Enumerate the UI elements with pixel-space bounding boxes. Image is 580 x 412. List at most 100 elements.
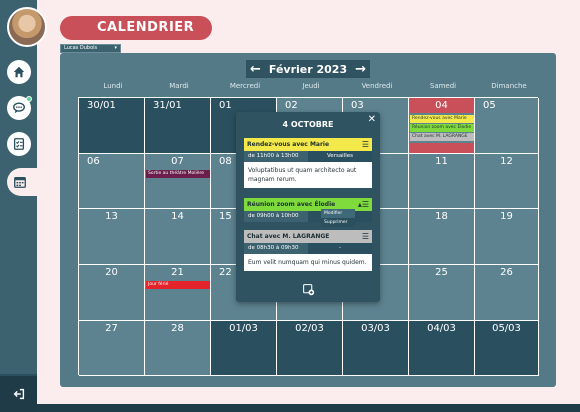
day-number: 05 <box>483 100 496 111</box>
weekday-label: Jeudi <box>302 82 320 90</box>
event-card: Rendez-vous avec Marie ☰ de 11h00 à 13h0… <box>244 138 372 188</box>
day-cell[interactable]: 18 <box>409 209 475 265</box>
event-time: de 11h00 à 13h00 <box>248 153 299 159</box>
add-event-icon[interactable] <box>236 282 380 296</box>
page-title: CALENDRIER <box>60 16 212 40</box>
day-number: 01 <box>219 100 232 111</box>
bottom-bar <box>37 404 580 412</box>
user-select[interactable]: Lucas Dubois ▾ <box>60 44 121 53</box>
day-number: 02/03 <box>295 323 324 334</box>
event-chip[interactable]: Jour férié <box>146 281 210 289</box>
day-cell[interactable]: 03/03 <box>343 321 409 376</box>
day-number: 30/01 <box>87 100 116 111</box>
event-title: Chat avec M. LAGRANGE <box>247 233 330 240</box>
day-number: 12 <box>500 156 513 167</box>
day-number: 26 <box>500 267 513 278</box>
day-cell[interactable]: 02/03 <box>277 321 343 376</box>
day-number: 15 <box>219 211 232 222</box>
day-cell[interactable]: 19 <box>475 209 539 265</box>
day-number: 18 <box>435 211 448 222</box>
event-place: Versailles <box>308 151 372 162</box>
hamburger-menu-icon[interactable]: ☰ <box>362 140 369 149</box>
day-number: 19 <box>500 211 513 222</box>
day-number: 14 <box>171 211 184 222</box>
event-card: Chat avec M. LAGRANGE ☰ de 08h30 à 09h30… <box>244 230 372 271</box>
day-cell[interactable]: 14 <box>145 209 211 265</box>
event-context-menu: Modifier Supprimer <box>321 209 355 227</box>
chevron-down-icon: ▾ <box>114 45 117 51</box>
weekday-label: Mercredi <box>229 82 261 90</box>
day-cell[interactable]: 11 <box>409 154 475 209</box>
day-cell[interactable]: 06 <box>79 154 145 209</box>
weekday-label: Lundi <box>103 82 123 90</box>
day-number: 28 <box>171 323 184 334</box>
day-number: 07 <box>171 156 184 167</box>
event-title: Rendez-vous avec Marie <box>247 141 330 148</box>
day-number: 21 <box>171 267 184 278</box>
day-cell[interactable]: 21 Jour férié <box>145 265 211 321</box>
day-number: 27 <box>105 323 118 334</box>
event-description: Voluptatibus ut quam architecto aut magn… <box>244 162 372 188</box>
day-cell[interactable]: 28 <box>145 321 211 376</box>
day-number: 04/03 <box>427 323 456 334</box>
day-number: 03 <box>351 100 364 111</box>
day-cell[interactable]: 05 <box>475 98 539 154</box>
event-chip[interactable]: Rendez-vous avec Marie <box>410 115 474 123</box>
event-title: Réunion zoom avec Élodie <box>247 201 336 208</box>
logout-icon[interactable] <box>0 376 37 412</box>
close-icon[interactable]: ✕ <box>368 114 376 125</box>
event-time: de 08h30 à 09h30 <box>248 245 299 251</box>
hamburger-menu-icon[interactable]: ☰ <box>362 232 369 241</box>
popup-title: 4 OCTOBRE <box>282 120 334 129</box>
event-header: Chat avec M. LAGRANGE ☰ <box>244 230 372 243</box>
day-number: 20 <box>105 267 118 278</box>
event-meta: de 11h00 à 13h00 Versailles <box>244 151 372 162</box>
hamburger-menu-icon[interactable]: ▴☰ <box>358 200 369 209</box>
day-cell[interactable]: 12 <box>475 154 539 209</box>
day-events-popup: 4 OCTOBRE ✕ Rendez-vous avec Marie ☰ de … <box>236 112 380 302</box>
next-month-button[interactable]: → <box>355 62 366 77</box>
month-label: Février 2023 <box>268 62 348 76</box>
weekday-label: Mardi <box>169 82 189 90</box>
prev-month-button[interactable]: ← <box>250 62 261 77</box>
edit-menu-item[interactable]: Modifier <box>321 209 355 218</box>
day-cell[interactable]: 27 <box>79 321 145 376</box>
checklist-icon[interactable] <box>7 132 31 156</box>
day-cell[interactable]: 26 <box>475 265 539 321</box>
day-number: 08 <box>219 156 232 167</box>
month-navigator: ← Février 2023 → <box>246 60 370 78</box>
event-place: - <box>308 243 372 254</box>
event-chip[interactable]: Sortie au théâtre Molière <box>146 170 210 178</box>
home-icon[interactable] <box>7 60 31 84</box>
day-number: 02 <box>285 100 298 111</box>
day-cell[interactable]: 05/03 <box>475 321 539 376</box>
day-number: 05/03 <box>492 323 521 334</box>
weekday-label: Samedi <box>429 82 457 90</box>
delete-menu-item[interactable]: Supprimer <box>321 218 355 227</box>
day-cell[interactable]: 25 <box>409 265 475 321</box>
day-cell[interactable]: 31/01 <box>145 98 211 154</box>
day-cell[interactable]: 07 Sortie au théâtre Molière <box>145 154 211 209</box>
day-number: 11 <box>435 156 448 167</box>
weekday-label: Dimanche <box>491 82 527 90</box>
day-cell[interactable]: 04/03 <box>409 321 475 376</box>
day-cell[interactable]: 13 <box>79 209 145 265</box>
avatar[interactable] <box>7 7 47 47</box>
day-cell-selected[interactable]: 04 Rendez-vous avec Marie Réunion zoom a… <box>409 98 475 154</box>
event-chip[interactable]: Réunion zoom avec Élodie <box>410 124 474 132</box>
event-meta: de 08h30 à 09h30 - <box>244 243 372 254</box>
weekday-label: Vendredi <box>361 82 393 90</box>
calendar-icon[interactable] <box>7 168 39 196</box>
day-number: 03/03 <box>361 323 390 334</box>
day-cell[interactable]: 01/03 <box>211 321 277 376</box>
day-number: 25 <box>435 267 448 278</box>
notification-dot <box>26 96 32 102</box>
event-time: de 09h00 à 10h00 <box>248 213 299 219</box>
day-number: 04 <box>435 100 448 111</box>
event-header: Rendez-vous avec Marie ☰ <box>244 138 372 151</box>
day-number: 22 <box>219 267 232 278</box>
event-description: Eum velit numquam qui minus quidem. <box>244 254 372 271</box>
event-chip[interactable]: Chat avec M. LAGRANGE <box>410 133 474 141</box>
day-cell[interactable]: 30/01 <box>79 98 145 154</box>
day-cell[interactable]: 20 <box>79 265 145 321</box>
